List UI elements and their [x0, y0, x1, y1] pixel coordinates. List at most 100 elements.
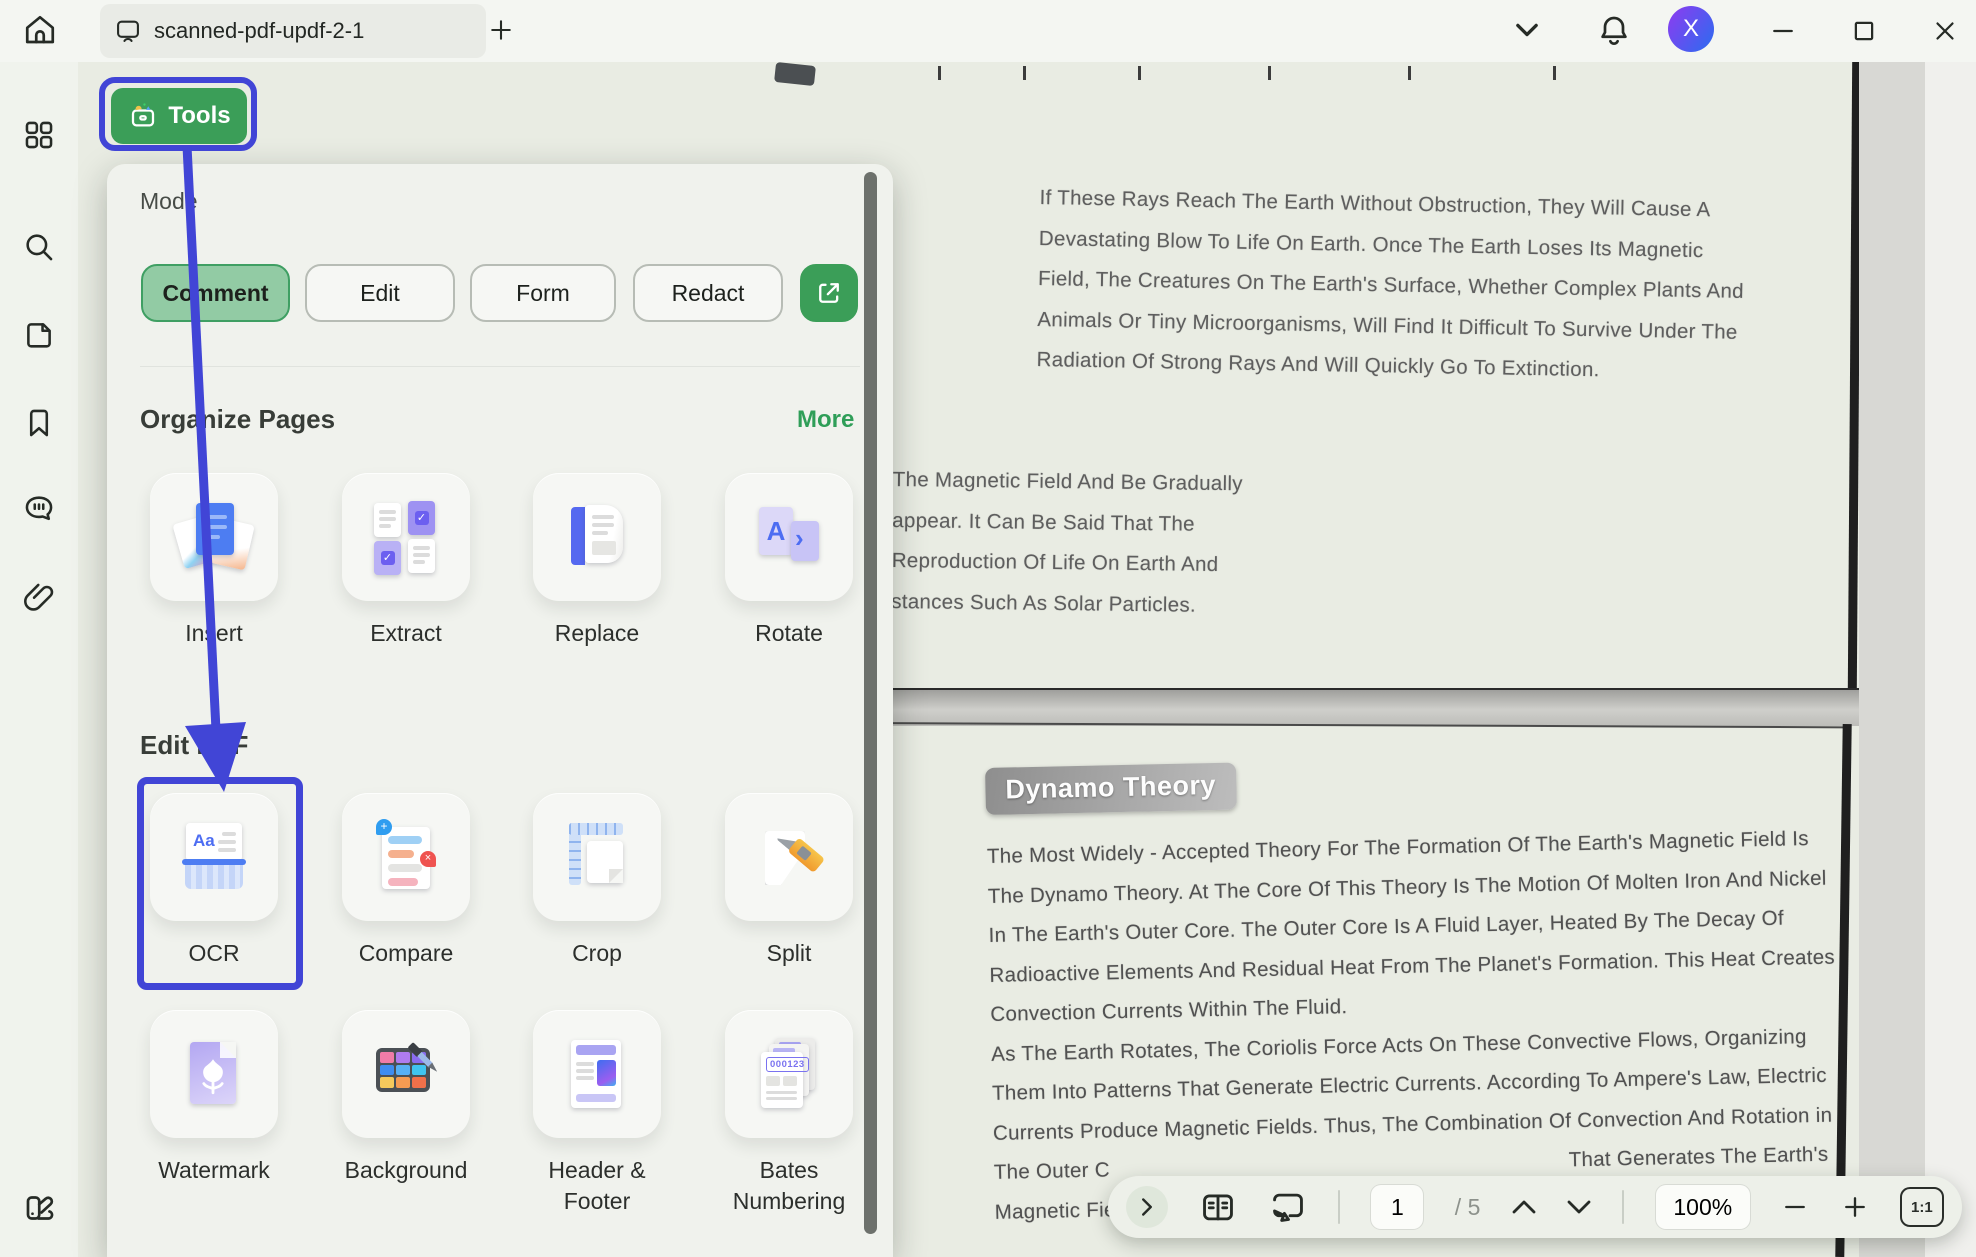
page-navigation-bar: 1 / 5 100% 1:1 — [1108, 1176, 1962, 1238]
home-icon — [22, 12, 58, 48]
expand-bar-button[interactable] — [1126, 1186, 1168, 1228]
watermark-icon — [176, 1036, 252, 1112]
zoom-in-button[interactable] — [1841, 1193, 1869, 1221]
zoom-level-input[interactable]: 100% — [1656, 1185, 1750, 1229]
mode-edit-button[interactable]: Edit — [305, 264, 455, 322]
tools-button[interactable]: Tools — [111, 88, 247, 144]
home-button[interactable] — [22, 12, 58, 48]
header-footer-card[interactable] — [533, 1010, 661, 1138]
notifications-button[interactable] — [1596, 12, 1632, 48]
section-heading-badge: Dynamo Theory — [985, 763, 1237, 815]
left-sidebar — [0, 62, 78, 1257]
paperclip-icon — [22, 580, 56, 614]
tool-card-label: Bates Numbering — [704, 1155, 874, 1217]
compare-icon: + × — [368, 819, 444, 895]
organize-more-link[interactable]: More — [797, 406, 854, 434]
split-card[interactable] — [725, 793, 853, 921]
tool-card-label: Insert — [129, 618, 299, 649]
mode-comment-button[interactable]: Comment — [141, 264, 290, 322]
mode-form-button[interactable]: Form — [470, 264, 616, 322]
tool-card-label: Extract — [321, 618, 491, 649]
chevron-up-icon — [1512, 1199, 1536, 1215]
tool-card-label: Replace — [512, 618, 682, 649]
page-icon — [22, 318, 56, 352]
crop-card[interactable] — [533, 793, 661, 921]
comments-panel-button[interactable] — [22, 492, 56, 526]
mode-section-title: Mode — [140, 188, 198, 215]
desk-strip-light — [1925, 62, 1976, 1257]
presentation-mode-button[interactable] — [1269, 1188, 1307, 1226]
edit-pdf-section-title: Edit PDF — [140, 730, 248, 761]
avatar-letter: X — [1683, 15, 1699, 43]
insert-icon — [176, 499, 252, 575]
document-line: stances Such As Solar Particles. — [891, 581, 1242, 626]
background-card[interactable] — [342, 1010, 470, 1138]
appearance-swatches-button[interactable] — [22, 1190, 56, 1224]
document-line: Reproduction Of Life On Earth And — [892, 541, 1243, 586]
document-tab[interactable]: scanned-pdf-updf-2-1 — [100, 4, 486, 58]
crop-icon — [559, 819, 635, 895]
page-layout-button[interactable] — [1199, 1188, 1237, 1226]
page-edge-tick — [938, 66, 941, 80]
zoom-out-button[interactable] — [1781, 1193, 1809, 1221]
tab-title: scanned-pdf-updf-2-1 — [154, 18, 364, 44]
watermark-card[interactable] — [150, 1010, 278, 1138]
background-icon — [368, 1036, 444, 1112]
bookmark-icon — [22, 406, 56, 440]
bookmarks-panel-button[interactable] — [22, 406, 56, 440]
rotate-icon-letter: A — [767, 516, 786, 547]
mode-redact-button[interactable]: Redact — [633, 264, 783, 322]
chevron-down-icon — [1516, 22, 1538, 38]
bates-numbering-card[interactable]: 000123 — [725, 1010, 853, 1138]
chevron-down-icon — [1567, 1199, 1591, 1215]
new-tab-button[interactable] — [487, 16, 515, 44]
maximize-icon — [1849, 16, 1879, 46]
split-icon — [751, 819, 827, 895]
thumbnails-panel-button[interactable] — [22, 118, 56, 152]
actual-size-button[interactable]: 1:1 — [1900, 1187, 1944, 1227]
plus-icon — [1841, 1193, 1869, 1221]
document-line: appear. It Can Be Said That The — [892, 500, 1243, 545]
toolbar-divider — [1338, 1190, 1340, 1224]
tool-card-label: Background — [321, 1155, 491, 1186]
compare-card[interactable]: + × — [342, 793, 470, 921]
comment-bubble-icon — [22, 492, 56, 526]
replace-pages-card[interactable] — [533, 473, 661, 601]
panel-scrollbar[interactable] — [864, 172, 877, 1234]
tabs-dropdown-button[interactable] — [1516, 22, 1538, 38]
page-number-input[interactable]: 1 — [1371, 1185, 1423, 1229]
updf-app-window: If These Rays Reach The Earth Without Ob… — [0, 0, 1976, 1257]
user-avatar[interactable]: X — [1668, 6, 1714, 52]
minimize-button[interactable] — [1768, 16, 1798, 46]
rotate-pages-card[interactable]: A › — [725, 473, 853, 601]
tools-panel: Mode Comment Edit Form Redact Organize P… — [107, 164, 893, 1257]
desk-strip — [1859, 62, 1925, 1257]
page-total-label: / 5 — [1455, 1194, 1481, 1221]
insert-pages-card[interactable] — [150, 473, 278, 601]
previous-page-button[interactable] — [1512, 1199, 1536, 1215]
page-edge-tick — [1408, 66, 1411, 80]
page-edge-tick — [1023, 66, 1026, 80]
next-page-button[interactable] — [1567, 1199, 1591, 1215]
section-divider — [140, 366, 860, 367]
color-swatches-icon — [22, 1190, 58, 1226]
pages-panel-button[interactable] — [22, 318, 56, 352]
extract-icon: ✓ ✓ — [368, 499, 444, 575]
attachments-panel-button[interactable] — [22, 580, 56, 614]
page2-content: Dynamo Theory The Most Widely - Accepted… — [985, 750, 1825, 1232]
rotate-arrow-glyph: › — [795, 523, 804, 554]
document-tab-icon — [114, 17, 142, 45]
document-line-fragment: The Outer C — [994, 1158, 1111, 1184]
maximize-button[interactable] — [1849, 16, 1879, 46]
extract-pages-card[interactable]: ✓ ✓ — [342, 473, 470, 601]
tool-card-label: Watermark — [129, 1155, 299, 1186]
search-panel-button[interactable] — [22, 230, 56, 264]
plus-icon — [487, 16, 515, 44]
organize-pages-section-title: Organize Pages — [140, 404, 335, 435]
toolbox-icon — [127, 100, 159, 132]
open-in-new-window-button[interactable] — [800, 264, 858, 322]
present-screen-icon — [1269, 1188, 1307, 1226]
close-window-button[interactable] — [1930, 16, 1960, 46]
page-edge-tick — [1268, 66, 1271, 80]
chevron-right-icon — [1140, 1198, 1154, 1216]
